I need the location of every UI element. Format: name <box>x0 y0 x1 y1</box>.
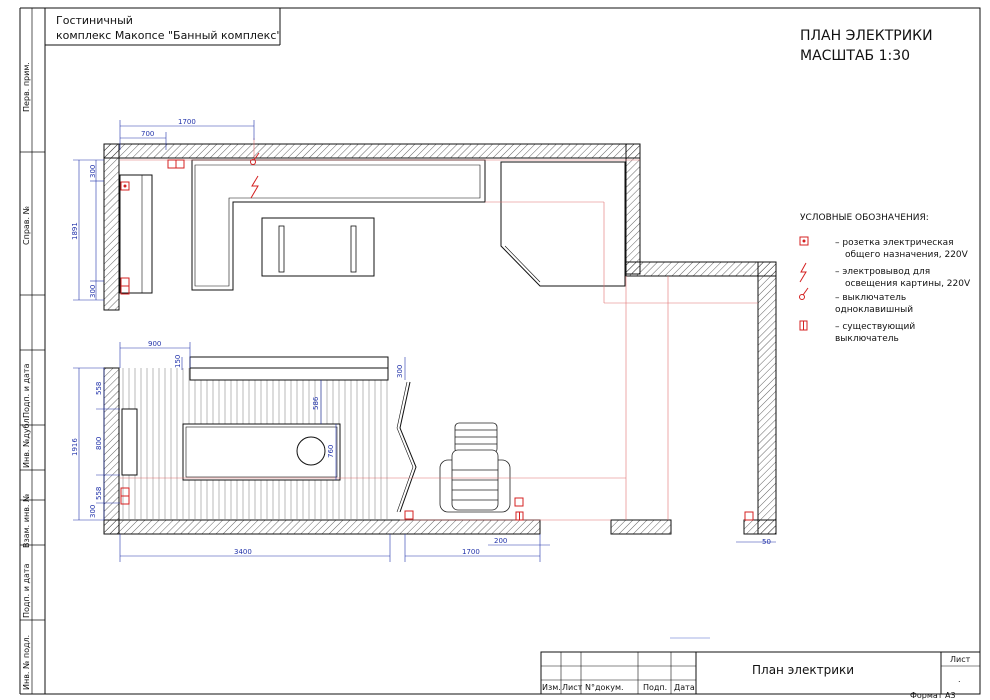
dim-760: 760 <box>327 445 335 458</box>
wall-corridor-top <box>625 261 777 277</box>
corner-cabinet <box>500 161 626 287</box>
socket-icon <box>514 497 524 507</box>
stamp-podp-data-2: Подп. и дата <box>22 563 31 618</box>
wall-bottom-right <box>743 519 777 535</box>
side-stamp: Перв. прим. Справ. № Подп. и дата Инв. №… <box>22 62 31 690</box>
legend-item-2-line-2: освещения картины, 220V <box>845 279 971 289</box>
wall-far-right <box>757 261 777 535</box>
socket-icon <box>744 511 754 521</box>
dim-1700-top: 1700 <box>178 118 196 126</box>
socket-icon <box>120 181 130 191</box>
legend-item-3-line-1: – выключатель <box>835 293 906 303</box>
dim-1700-bottom: 1700 <box>462 548 480 556</box>
legend-item-4-line-2: выключатель <box>835 334 899 344</box>
wall-left-upper <box>103 143 120 311</box>
wall-pillar <box>610 519 672 535</box>
lighting-outlet-icon <box>250 175 259 199</box>
legend-item-4-line-1: – существующий <box>835 322 915 332</box>
col-izm: Изм. <box>542 683 561 692</box>
dim-200: 200 <box>494 537 507 545</box>
stamp-podp-data-1: Подп. и дата <box>22 363 31 418</box>
legend-item-1-line-2: общего назначения, 220V <box>845 250 969 260</box>
socket-icon <box>120 277 130 295</box>
stamp-sprav: Справ. № <box>22 205 31 245</box>
dim-300-d: 300 <box>89 505 97 518</box>
existing-switch-icon <box>799 320 808 331</box>
dim-700: 700 <box>141 130 154 138</box>
socket-icon <box>799 236 809 246</box>
sheet-title-line-1: ПЛАН ЭЛЕКТРИКИ <box>800 28 933 44</box>
dim-558-a: 558 <box>95 382 103 395</box>
legend: УСЛОВНЫЕ ОБОЗНАЧЕНИЯ: – розетка электрич… <box>799 213 971 344</box>
floor-plan: 1700 700 300 1891 300 900 150 300 558 58… <box>71 118 777 562</box>
single-switch-icon <box>799 287 809 300</box>
col-list: Лист <box>562 683 583 692</box>
dim-900: 900 <box>148 340 161 348</box>
electrical-plan-sheet: Перв. прим. Справ. № Подп. и дата Инв. №… <box>19 7 981 700</box>
col-ndokum: N°докум. <box>585 683 624 692</box>
list-label: Лист <box>950 655 971 664</box>
wall-right-upper <box>625 143 641 275</box>
col-podp: Подп. <box>643 683 667 692</box>
stamp-inv-podl: Инв. № подл. <box>22 635 31 690</box>
stamp-vzam-inv: Взам. инв. № <box>22 493 31 548</box>
dim-300-c: 300 <box>396 365 404 378</box>
legend-item-2-line-1: – электровывод для <box>835 267 930 277</box>
legend-heading: УСЛОВНЫЕ ОБОЗНАЧЕНИЯ: <box>800 213 929 223</box>
wall-left-lower <box>103 367 120 535</box>
drawing-frame <box>19 7 981 695</box>
dim-800: 800 <box>95 437 103 450</box>
dim-300-a: 300 <box>89 165 97 178</box>
dim-1916: 1916 <box>71 438 79 456</box>
stamp-perv-prim: Перв. прим. <box>22 62 31 112</box>
l-bench <box>191 159 486 291</box>
dim-150: 150 <box>174 355 182 368</box>
sheet-title: ПЛАН ЭЛЕКТРИКИ МАСШТАБ 1:30 <box>800 28 933 64</box>
existing-switch-icon <box>515 511 524 521</box>
dim-3400: 3400 <box>234 548 252 556</box>
project-line-2: комплекс Макопсе "Банный комплекс" <box>56 29 281 42</box>
socket-icon <box>167 159 185 169</box>
lighting-outlet-icon <box>799 262 807 283</box>
cabinet-left <box>119 174 153 294</box>
sheet-title-line-2: МАСШТАБ 1:30 <box>800 48 910 64</box>
sauna-bench-left <box>121 408 138 476</box>
dim-1891: 1891 <box>71 222 79 240</box>
project-line-1: Гостиничный <box>56 14 133 27</box>
dim-300-b: 300 <box>89 285 97 298</box>
drawing-name: План электрики <box>752 663 854 677</box>
sauna-round-tub <box>296 436 326 466</box>
legend-item-3-line-2: одноклавишный <box>835 305 913 315</box>
sauna <box>120 356 390 520</box>
legend-item-1-line-1: – розетка электрическая <box>835 238 954 248</box>
furniture-upper <box>119 159 626 294</box>
stamp-inv-dubl: Инв. №дубл. <box>22 416 31 468</box>
folding-door <box>399 381 417 513</box>
wall-bottom-left <box>103 519 541 535</box>
format-label: Формат А3 <box>910 691 956 700</box>
armchairs <box>439 422 511 513</box>
project-box: Гостиничный комплекс Макопсе "Банный ком… <box>45 8 281 46</box>
socket-icon <box>404 510 414 520</box>
title-block-text: Изм. Лист N°докум. Подп. Дата План элект… <box>542 655 971 700</box>
wall-top <box>103 143 641 159</box>
dim-558-b: 558 <box>95 487 103 500</box>
dim-586: 586 <box>312 396 320 410</box>
sheet-number: . <box>958 675 961 684</box>
col-data: Дата <box>674 683 695 692</box>
dim-50: 50 <box>762 538 771 546</box>
